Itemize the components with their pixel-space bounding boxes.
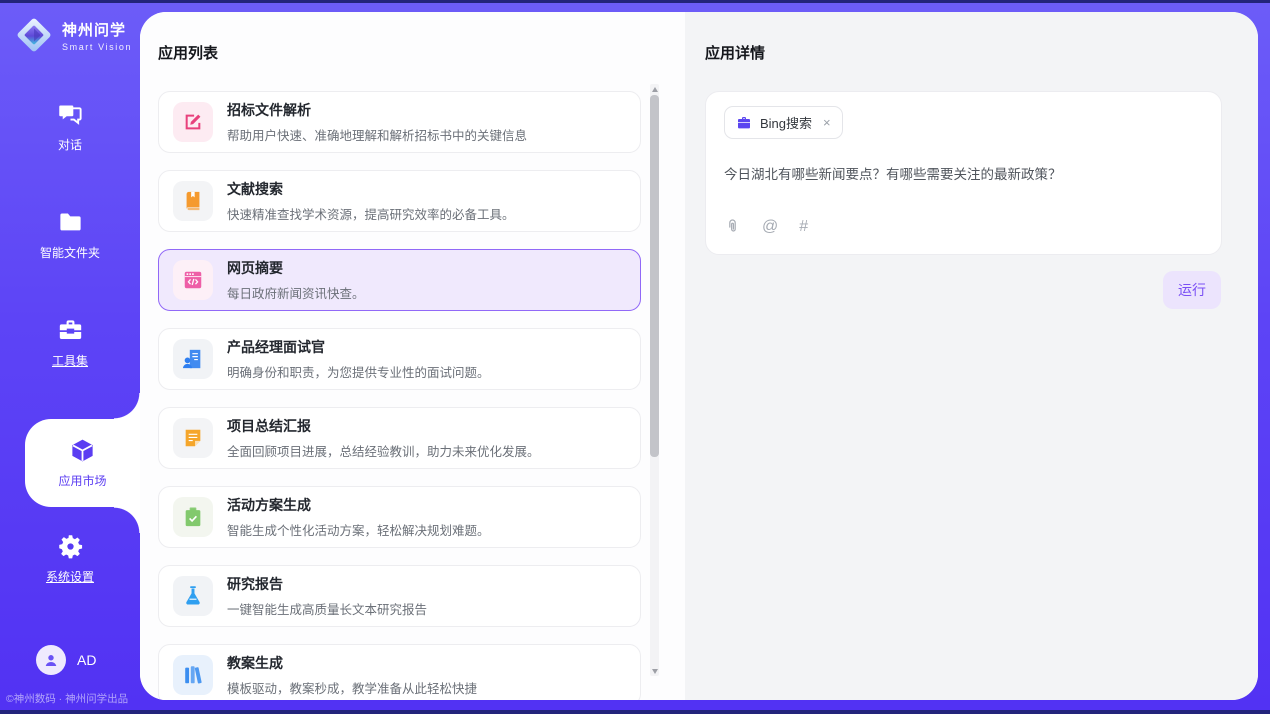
toolbox-icon: [57, 317, 84, 344]
app-card-text: 产品经理面试官明确身份和职责，为您提供专业性的面试问题。: [227, 337, 490, 381]
user-account[interactable]: AD: [36, 645, 140, 675]
app-window: 神州问学 Smart Vision 对话智能文件夹工具集应用市场系统设置 AD …: [0, 0, 1270, 714]
app-list-panel: 应用列表 招标文件解析帮助用户快速、准确地理解和解析招标书中的关键信息文献搜索快…: [140, 12, 685, 700]
app-card-list: 招标文件解析帮助用户快速、准确地理解和解析招标书中的关键信息文献搜索快速精准查找…: [158, 91, 641, 700]
app-card-description: 快速精准查找学术资源，提高研究效率的必备工具。: [227, 204, 515, 223]
app-card-title: 活动方案生成: [227, 495, 490, 515]
app-card-title: 项目总结汇报: [227, 416, 540, 436]
app-card-text: 招标文件解析帮助用户快速、准确地理解和解析招标书中的关键信息: [227, 100, 527, 144]
edit-icon: [173, 102, 213, 142]
book-icon: [173, 181, 213, 221]
query-text[interactable]: 今日湖北有哪些新闻要点？有哪些需要关注的最新政策？: [724, 163, 1203, 183]
app-card-text: 项目总结汇报全面回顾项目进展，总结经验教训，助力未来优化发展。: [227, 416, 540, 460]
interview-doc-icon: [173, 339, 213, 379]
close-icon[interactable]: ×: [823, 115, 831, 130]
app-card-4[interactable]: 项目总结汇报全面回顾项目进展，总结经验教训，助力未来优化发展。: [158, 407, 641, 469]
app-card-description: 一键智能生成高质量长文本研究报告: [227, 599, 427, 618]
app-card-text: 教案生成模板驱动，教案秒成，教学准备从此轻松快捷: [227, 653, 477, 697]
folder-icon: [57, 209, 84, 236]
app-card-description: 智能生成个性化活动方案，轻松解决规划难题。: [227, 520, 490, 539]
tool-tag-bing-search[interactable]: Bing搜索 ×: [724, 106, 843, 139]
sidebar-item-3[interactable]: 应用市场: [25, 419, 140, 507]
app-card-title: 文献搜索: [227, 179, 515, 199]
app-card-title: 产品经理面试官: [227, 337, 490, 357]
content-area: 应用列表 招标文件解析帮助用户快速、准确地理解和解析招标书中的关键信息文献搜索快…: [140, 12, 1258, 700]
app-card-text: 网页摘要每日政府新闻资讯快查。: [227, 258, 365, 302]
app-card-7[interactable]: 教案生成模板驱动，教案秒成，教学准备从此轻松快捷: [158, 644, 641, 700]
prompt-card: Bing搜索 × 今日湖北有哪些新闻要点？有哪些需要关注的最新政策？ @#: [705, 91, 1222, 255]
sidebar-item-4[interactable]: 系统设置: [0, 527, 140, 591]
app-card-0[interactable]: 招标文件解析帮助用户快速、准确地理解和解析招标书中的关键信息: [158, 91, 641, 153]
user-avatar-icon: [36, 645, 66, 675]
sidebar-bottom: AD ©神州数码 · 神州问学出品: [0, 645, 140, 710]
app-card-title: 研究报告: [227, 574, 427, 594]
sidebar-item-label: 智能文件夹: [40, 244, 100, 261]
sidebar-item-label: 应用市场: [58, 472, 106, 489]
sidebar-item-label: 对话: [58, 136, 82, 153]
run-button[interactable]: 运行: [1163, 271, 1221, 309]
sidebar-item-2[interactable]: 工具集: [0, 311, 140, 375]
scroll-down-icon: [652, 669, 658, 674]
app-card-description: 每日政府新闻资讯快查。: [227, 283, 365, 302]
cube-icon: [69, 437, 96, 464]
gear-icon: [57, 533, 84, 560]
app-card-description: 帮助用户快速、准确地理解和解析招标书中的关键信息: [227, 125, 527, 144]
at-icon[interactable]: @: [762, 219, 778, 235]
app-detail-title: 应用详情: [705, 42, 1222, 63]
app-card-description: 全面回顾项目进展，总结经验教训，助力未来优化发展。: [227, 441, 540, 460]
app-card-title: 网页摘要: [227, 258, 365, 278]
sidebar-item-label: 系统设置: [46, 568, 94, 585]
scrollbar[interactable]: [650, 84, 659, 676]
scroll-up-button[interactable]: [650, 84, 659, 94]
attachment-toolbar: @#: [724, 218, 1203, 235]
sidebar-item-0[interactable]: 对话: [0, 95, 140, 159]
app-logo: 神州问学 Smart Vision: [0, 3, 140, 55]
sidebar-item-1[interactable]: 智能文件夹: [0, 203, 140, 267]
sidebar: 神州问学 Smart Vision 对话智能文件夹工具集应用市场系统设置 AD …: [0, 3, 140, 710]
scroll-down-button[interactable]: [650, 666, 659, 676]
flask-icon: [173, 576, 213, 616]
scrollbar-thumb[interactable]: [650, 95, 659, 457]
logo-title: 神州问学: [62, 19, 132, 40]
note-icon: [173, 418, 213, 458]
browser-code-icon: [173, 260, 213, 300]
app-card-text: 研究报告一键智能生成高质量长文本研究报告: [227, 574, 427, 618]
app-detail-panel: 应用详情 Bing搜索 × 今日湖北有哪些新闻要点？有哪些需要关注的最新政策？ …: [685, 12, 1258, 700]
logo-subtitle: Smart Vision: [62, 42, 132, 52]
logo-text: 神州问学 Smart Vision: [62, 19, 132, 52]
app-card-description: 明确身份和职责，为您提供专业性的面试问题。: [227, 362, 490, 381]
app-card-description: 模板驱动，教案秒成，教学准备从此轻松快捷: [227, 678, 477, 697]
app-card-3[interactable]: 产品经理面试官明确身份和职责，为您提供专业性的面试问题。: [158, 328, 641, 390]
app-card-title: 招标文件解析: [227, 100, 527, 120]
sidebar-nav: 对话智能文件夹工具集应用市场系统设置: [0, 95, 140, 635]
clipboard-check-icon: [173, 497, 213, 537]
books-icon: [173, 655, 213, 695]
app-card-5[interactable]: 活动方案生成智能生成个性化活动方案，轻松解决规划难题。: [158, 486, 641, 548]
copyright-text: ©神州数码 · 神州问学出品: [0, 691, 140, 710]
sidebar-item-label: 工具集: [52, 352, 88, 369]
app-card-text: 活动方案生成智能生成个性化活动方案，轻松解决规划难题。: [227, 495, 490, 539]
paperclip-icon[interactable]: [724, 218, 741, 235]
app-card-2[interactable]: 网页摘要每日政府新闻资讯快查。: [158, 249, 641, 311]
tool-tag-label: Bing搜索: [760, 113, 812, 132]
diamond-logo-icon: [14, 15, 54, 55]
app-card-text: 文献搜索快速精准查找学术资源，提高研究效率的必备工具。: [227, 179, 515, 223]
scroll-up-icon: [652, 87, 658, 92]
app-card-title: 教案生成: [227, 653, 477, 673]
app-list-title: 应用列表: [158, 42, 641, 63]
chat-icon: [57, 101, 84, 128]
app-card-1[interactable]: 文献搜索快速精准查找学术资源，提高研究效率的必备工具。: [158, 170, 641, 232]
app-card-6[interactable]: 研究报告一键智能生成高质量长文本研究报告: [158, 565, 641, 627]
user-name: AD: [77, 652, 96, 668]
hash-icon[interactable]: #: [799, 219, 808, 235]
briefcase-icon: [736, 115, 752, 131]
